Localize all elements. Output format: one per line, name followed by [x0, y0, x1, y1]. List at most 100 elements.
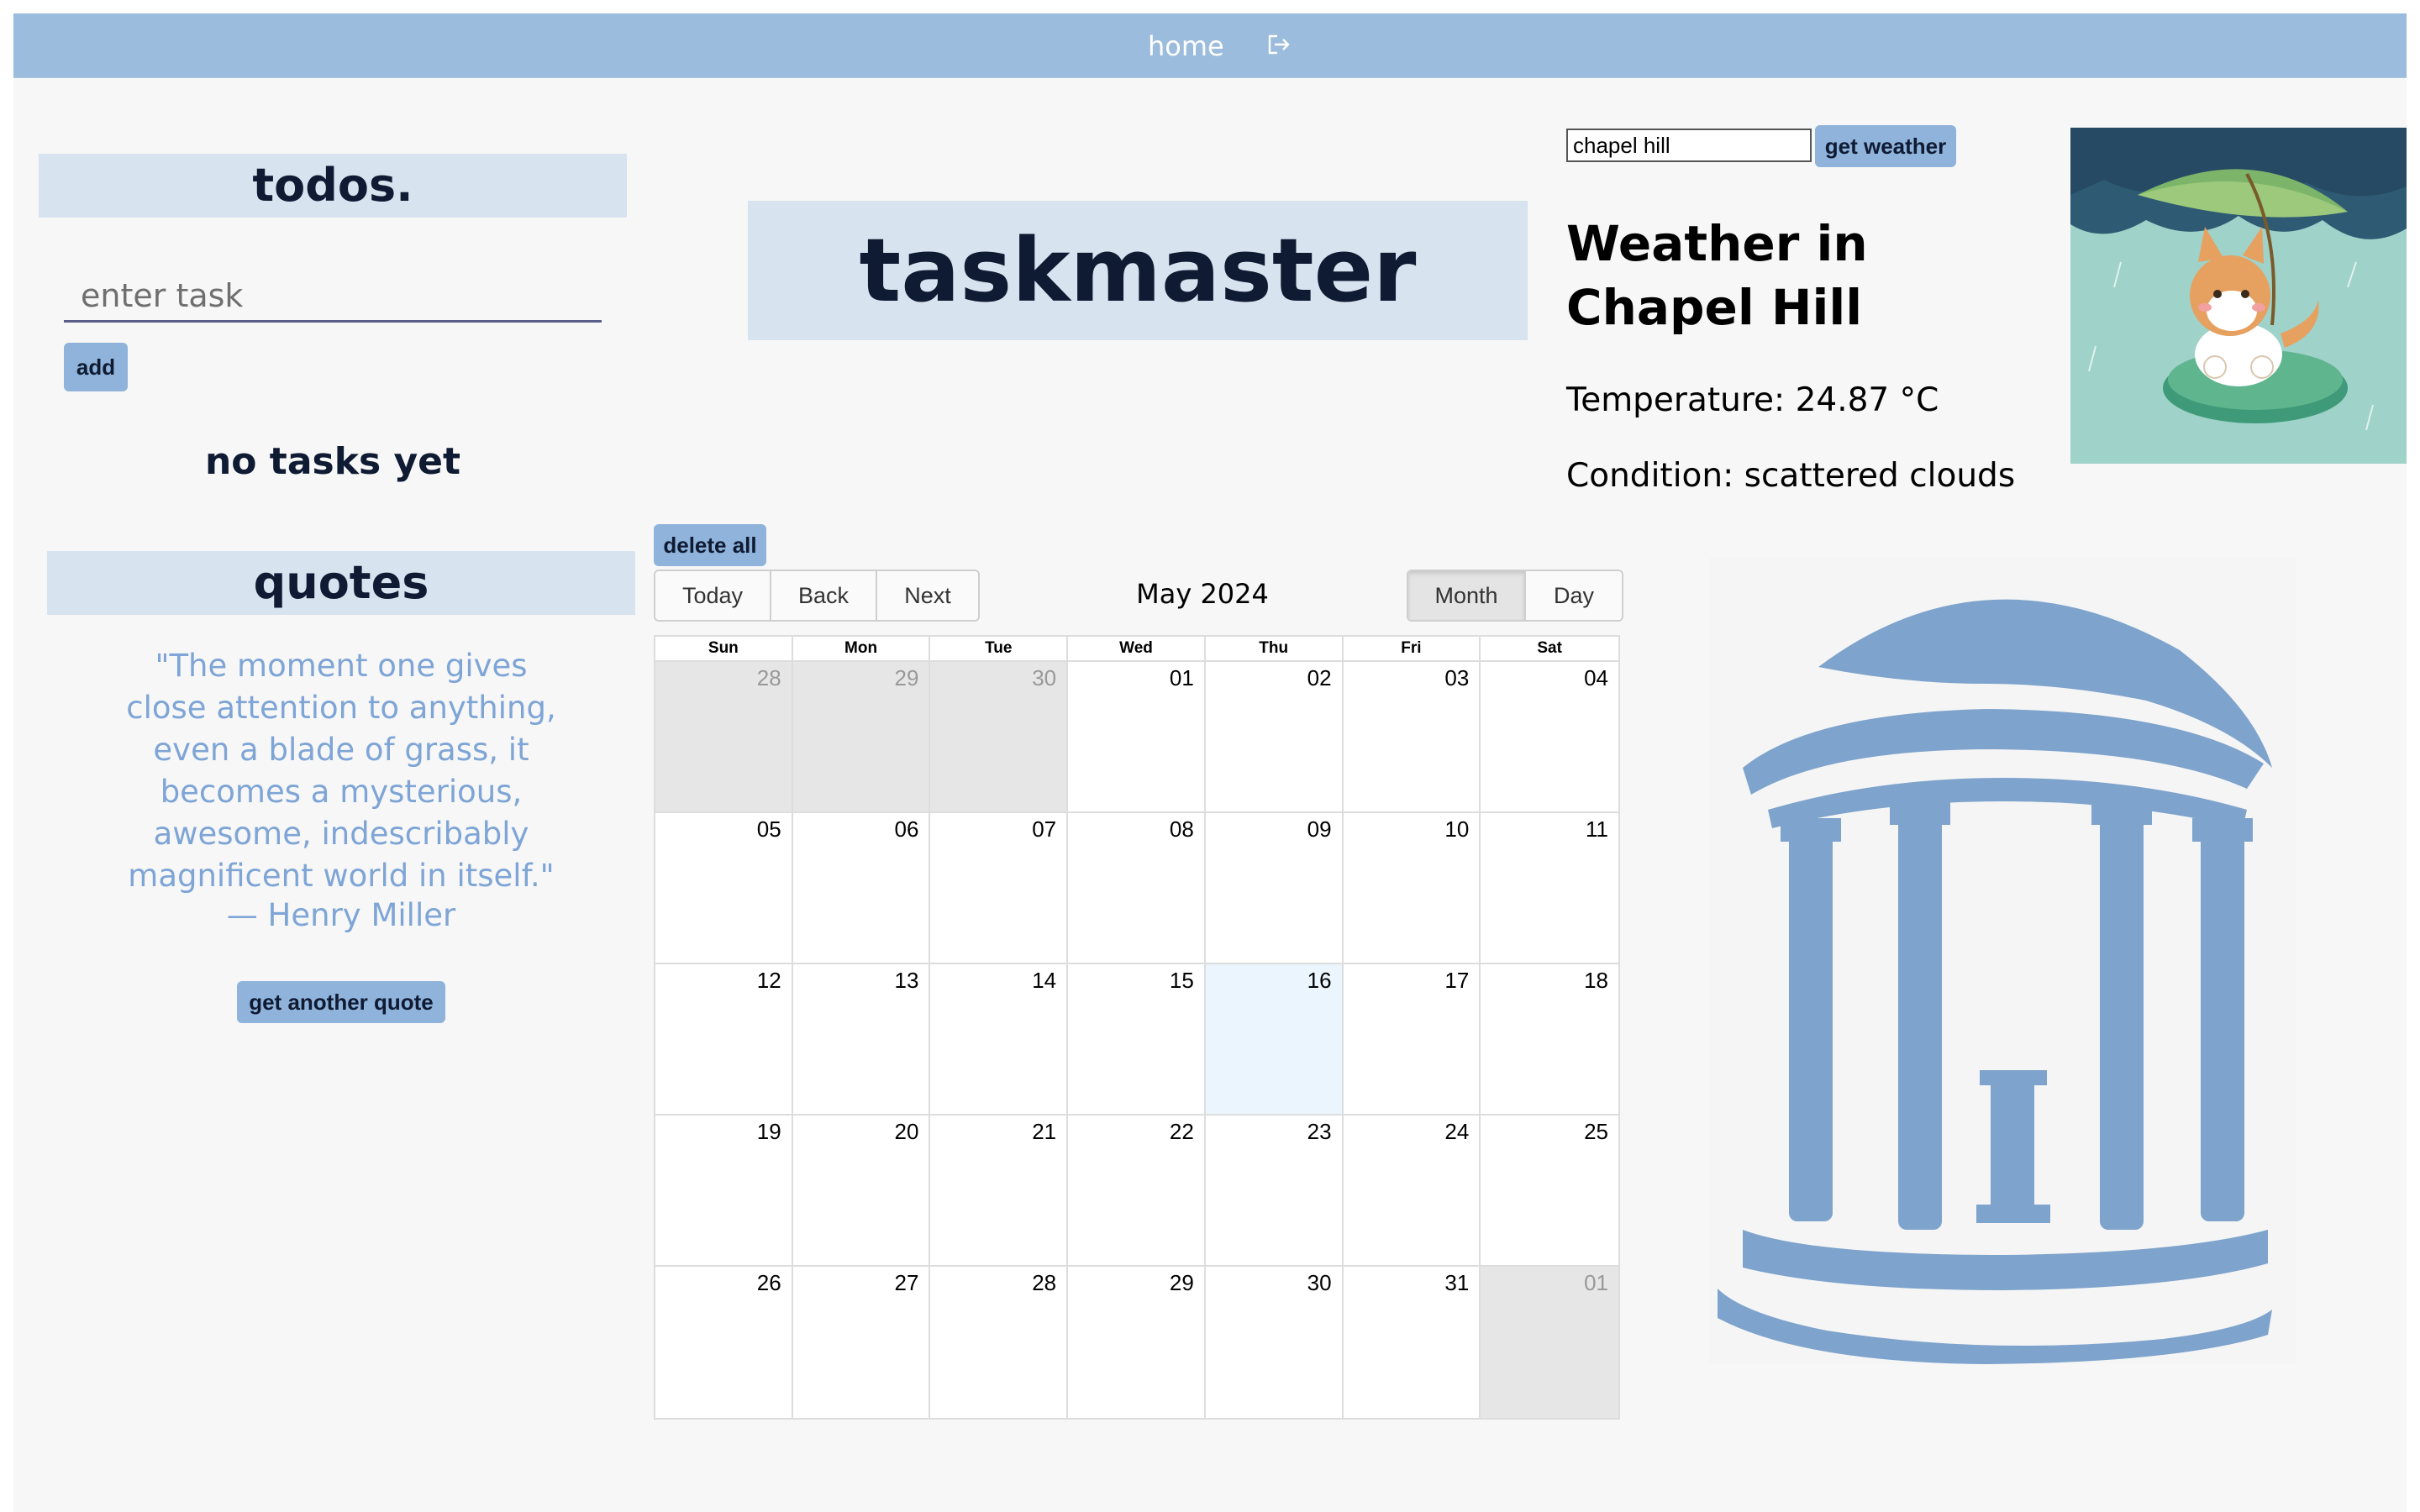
calendar-day-number[interactable]: 14 — [1032, 968, 1056, 994]
calendar-nav-group: Today Back Next — [654, 570, 980, 622]
calendar-day-number[interactable]: 02 — [1307, 665, 1332, 691]
calendar-day-cell[interactable]: 22 — [1068, 1116, 1206, 1267]
calendar-day-number[interactable]: 17 — [1444, 968, 1469, 994]
calendar-day-number[interactable]: 24 — [1444, 1119, 1469, 1145]
calendar-day-number[interactable]: 30 — [1307, 1270, 1332, 1296]
calendar-day-number[interactable]: 22 — [1170, 1119, 1194, 1145]
calendar-day-view-button[interactable]: Day — [1526, 571, 1622, 620]
calendar-day-number[interactable]: 28 — [1032, 1270, 1056, 1296]
calendar-day-number[interactable]: 28 — [757, 665, 781, 691]
calendar-day-cell[interactable]: 19 — [655, 1116, 793, 1267]
calendar-day-cell-today[interactable]: 16 — [1205, 964, 1344, 1116]
calendar-day-cell[interactable]: 29 — [1068, 1267, 1206, 1418]
calendar-day-cell[interactable]: 28 — [930, 1267, 1069, 1418]
weekday-header: Thu — [1206, 637, 1344, 660]
empty-tasks-text: no tasks yet — [204, 440, 461, 483]
corgi-umbrella-illustration — [2070, 128, 2407, 464]
calendar-day-cell[interactable]: 07 — [930, 813, 1069, 964]
calendar-day-cell[interactable]: 31 — [1343, 1267, 1481, 1418]
calendar-day-number[interactable]: 05 — [757, 816, 781, 843]
calendar-day-cell[interactable]: 30 — [930, 662, 1069, 813]
calendar-next-button[interactable]: Next — [877, 571, 978, 620]
calendar-day-cell[interactable]: 08 — [1068, 813, 1206, 964]
calendar-day-number[interactable]: 12 — [757, 968, 781, 994]
calendar-month-label: May 2024 — [1136, 578, 1269, 610]
calendar-day-cell[interactable]: 28 — [655, 662, 793, 813]
calendar-day-number[interactable]: 30 — [1032, 665, 1056, 691]
calendar-day-cell[interactable]: 02 — [1205, 662, 1344, 813]
get-another-quote-button[interactable]: get another quote — [237, 981, 445, 1023]
calendar-day-number[interactable]: 27 — [895, 1270, 919, 1296]
calendar-back-button[interactable]: Back — [771, 571, 877, 620]
calendar-day-cell[interactable]: 12 — [655, 964, 793, 1116]
calendar-day-number[interactable]: 06 — [895, 816, 919, 843]
calendar-day-cell[interactable]: 11 — [1481, 813, 1618, 964]
add-task-button[interactable]: add — [64, 343, 128, 391]
calendar-day-number[interactable]: 03 — [1444, 665, 1469, 691]
calendar-day-grid: 28 29 30 01 02 03 04 05 06 07 08 09 10 11 12 13 14 15 16 17… — [655, 662, 1618, 1418]
calendar-day-cell[interactable]: 01 — [1481, 1267, 1618, 1418]
calendar-day-number[interactable]: 13 — [895, 968, 919, 994]
calendar-day-number[interactable]: 01 — [1170, 665, 1194, 691]
calendar-day-cell[interactable]: 01 — [1068, 662, 1206, 813]
calendar-day-number[interactable]: 16 — [1307, 968, 1332, 994]
calendar-weekday-header-row: Sun Mon Tue Wed Thu Fri Sat — [655, 637, 1618, 662]
calendar-day-number[interactable]: 21 — [1032, 1119, 1056, 1145]
city-input[interactable] — [1566, 129, 1812, 162]
calendar-day-number[interactable]: 15 — [1170, 968, 1194, 994]
calendar-day-cell[interactable]: 06 — [792, 813, 931, 964]
calendar-day-cell[interactable]: 17 — [1343, 964, 1481, 1116]
calendar-day-number[interactable]: 20 — [895, 1119, 919, 1145]
month-calendar: Sun Mon Tue Wed Thu Fri Sat 28 29 30 01 02 03 04 05 06… — [654, 635, 1620, 1420]
calendar-day-number[interactable]: 08 — [1170, 816, 1194, 843]
calendar-day-number[interactable]: 26 — [757, 1270, 781, 1296]
calendar-day-cell[interactable]: 09 — [1205, 813, 1344, 964]
calendar-day-cell[interactable]: 29 — [792, 662, 931, 813]
calendar-day-cell[interactable]: 21 — [930, 1116, 1069, 1267]
calendar-day-cell[interactable]: 23 — [1205, 1116, 1344, 1267]
calendar-day-cell[interactable]: 25 — [1481, 1116, 1618, 1267]
calendar-day-number[interactable]: 23 — [1307, 1119, 1332, 1145]
calendar-day-cell[interactable]: 13 — [792, 964, 931, 1116]
calendar-day-cell[interactable]: 03 — [1343, 662, 1481, 813]
weekday-header: Tue — [930, 637, 1069, 660]
calendar-day-number[interactable]: 11 — [1586, 816, 1608, 843]
quote-text: "The moment one gives close attention to… — [126, 648, 556, 894]
calendar-day-number[interactable]: 19 — [757, 1119, 781, 1145]
task-input[interactable] — [64, 270, 602, 323]
weather-temperature: Temperature: 24.87 °C — [1566, 381, 1939, 419]
calendar-day-cell[interactable]: 14 — [930, 964, 1069, 1116]
calendar-day-number[interactable]: 25 — [1584, 1119, 1608, 1145]
calendar-day-cell[interactable]: 15 — [1068, 964, 1206, 1116]
calendar-day-number[interactable]: 04 — [1584, 665, 1608, 691]
calendar-month-view-button[interactable]: Month — [1408, 571, 1526, 620]
calendar-day-cell[interactable]: 20 — [792, 1116, 931, 1267]
calendar-day-number[interactable]: 01 — [1584, 1270, 1608, 1296]
delete-all-button[interactable]: delete all — [654, 524, 766, 566]
calendar-day-cell[interactable]: 10 — [1343, 813, 1481, 964]
nav-home-link[interactable]: home — [1148, 30, 1224, 62]
calendar-day-number[interactable]: 09 — [1307, 816, 1332, 843]
quotes-header: quotes — [47, 551, 635, 615]
calendar-day-number[interactable]: 18 — [1584, 968, 1608, 994]
calendar-day-number[interactable]: 29 — [1170, 1270, 1194, 1296]
calendar-day-cell[interactable]: 04 — [1481, 662, 1618, 813]
get-weather-button[interactable]: get weather — [1815, 125, 1956, 167]
app-root: home todos. add no tasks yet quotes "The… — [13, 13, 2407, 1512]
page-title: taskmaster — [748, 201, 1528, 340]
calendar-day-number[interactable]: 31 — [1444, 1270, 1469, 1296]
weekday-header: Sat — [1537, 639, 1562, 657]
calendar-day-cell[interactable]: 18 — [1481, 964, 1618, 1116]
calendar-day-cell[interactable]: 26 — [655, 1267, 793, 1418]
calendar-day-cell[interactable]: 05 — [655, 813, 793, 964]
calendar-day-number[interactable]: 29 — [895, 665, 919, 691]
calendar-view-group: Month Day — [1407, 570, 1623, 622]
top-navbar: home — [13, 13, 2407, 78]
calendar-day-cell[interactable]: 27 — [792, 1267, 931, 1418]
calendar-day-number[interactable]: 10 — [1444, 816, 1469, 843]
calendar-day-cell[interactable]: 24 — [1343, 1116, 1481, 1267]
calendar-day-number[interactable]: 07 — [1032, 816, 1056, 843]
logout-icon[interactable] — [1265, 32, 1292, 57]
calendar-today-button[interactable]: Today — [655, 571, 771, 620]
calendar-day-cell[interactable]: 30 — [1205, 1267, 1344, 1418]
